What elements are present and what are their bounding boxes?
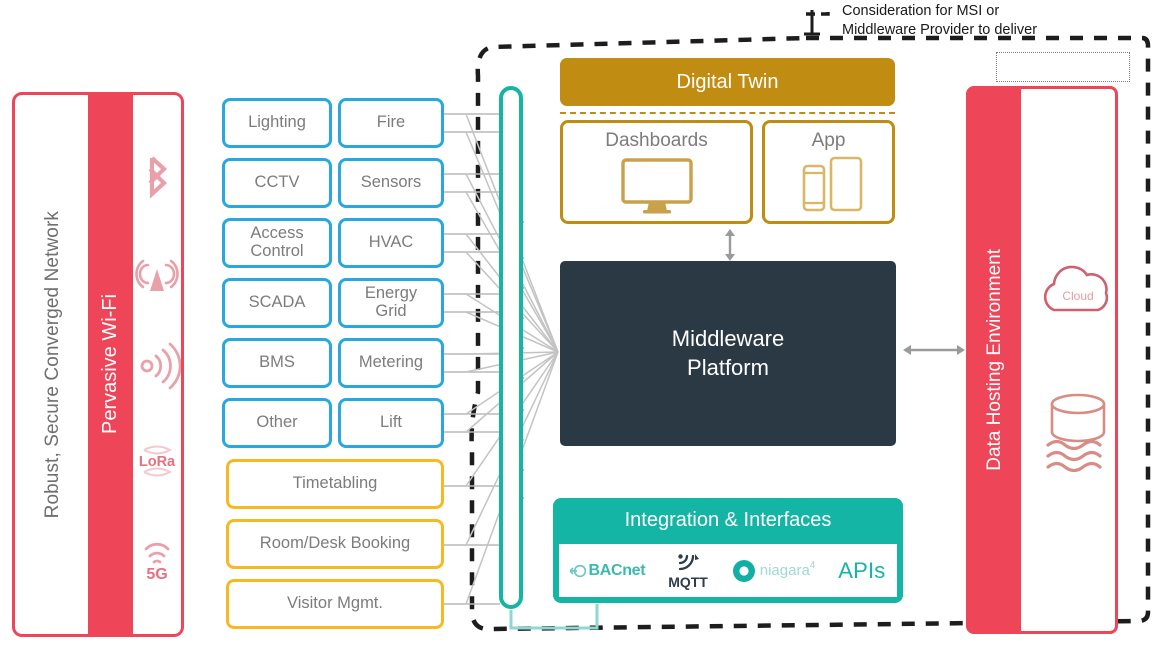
system-box-label: Lighting xyxy=(248,113,306,132)
data-lake-icon xyxy=(1046,393,1106,472)
data-hosting-band: Data Hosting Environment xyxy=(969,89,1021,631)
system-box-label: Timetabling xyxy=(292,474,378,493)
system-box-energy-grid[interactable]: Energy Grid xyxy=(338,278,444,328)
system-box-label: Energy Grid xyxy=(364,284,418,320)
mqtt-label: MQTT xyxy=(668,574,708,590)
digital-twin-card-dashboards[interactable]: Dashboards xyxy=(560,120,753,224)
bacnet-mark-icon xyxy=(570,564,587,577)
digital-twin-header: Digital Twin xyxy=(560,58,895,106)
monitor-icon xyxy=(620,158,693,214)
middleware-platform[interactable]: Middleware Platform xyxy=(560,261,896,446)
system-box-label: Fire xyxy=(376,113,406,132)
system-box-hvac[interactable]: HVAC xyxy=(338,218,444,268)
system-box-visitor-mgmt[interactable]: Visitor Mgmt. xyxy=(226,579,444,629)
mobile-devices-icon xyxy=(802,156,862,212)
niagara-mark-icon xyxy=(732,559,755,582)
niagara-superscript: 4 xyxy=(809,560,816,571)
diagram-canvas: Consideration for MSI or Middleware Prov… xyxy=(0,0,1156,651)
system-box-label: Access Control xyxy=(250,224,304,260)
dashboards-label: Dashboards xyxy=(605,130,708,151)
system-box-label: CCTV xyxy=(254,173,300,192)
dt-middleware-arrow xyxy=(725,229,735,261)
system-box-scada[interactable]: SCADA xyxy=(222,278,332,328)
bacnet-logo: BACnet xyxy=(570,561,646,580)
apis-label: APIs xyxy=(838,557,886,583)
system-box-other[interactable]: Other xyxy=(222,398,332,448)
integration-logos: BACnet MQTT niagara 4 APIs xyxy=(559,544,897,597)
mqtt-logo: MQTT xyxy=(668,551,708,590)
integration-header: Integration & Interfaces xyxy=(553,498,903,543)
middleware-title-line1: Middleware xyxy=(671,325,785,351)
system-box-label: Visitor Mgmt. xyxy=(287,594,383,613)
system-box-metering[interactable]: Metering xyxy=(338,338,444,388)
digital-twin-title: Digital Twin xyxy=(676,70,779,93)
middleware-title-line2: Platform xyxy=(687,354,769,380)
bacnet-label: BACnet xyxy=(588,561,646,579)
niagara-label: niagara xyxy=(759,562,810,579)
middleware-hosting-arrow xyxy=(903,345,965,355)
data-hosting-label: Data Hosting Environment xyxy=(984,249,1005,471)
system-box-fire[interactable]: Fire xyxy=(338,98,444,148)
system-box-room-desk-booking[interactable]: Room/Desk Booking xyxy=(226,519,444,569)
integration-interfaces-panel: Integration & Interfaces BACnet MQTT nia… xyxy=(553,498,903,603)
system-box-label: Sensors xyxy=(360,173,422,192)
network-rail xyxy=(499,86,523,609)
mqtt-mark-icon xyxy=(678,554,700,571)
system-box-label: Metering xyxy=(358,353,424,372)
system-box-cctv[interactable]: CCTV xyxy=(222,158,332,208)
cloud-icon-label: Cloud xyxy=(1062,289,1093,303)
integration-title: Integration & Interfaces xyxy=(624,509,832,531)
system-box-label: BMS xyxy=(259,353,295,372)
system-box-label: Other xyxy=(256,413,298,432)
digital-twin-divider xyxy=(560,112,895,114)
digital-twin-card-app[interactable]: App xyxy=(762,120,895,224)
system-box-access-control[interactable]: Access Control xyxy=(222,218,332,268)
system-box-label: SCADA xyxy=(248,293,306,312)
system-box-label: Room/Desk Booking xyxy=(259,534,411,553)
niagara-logo: niagara 4 xyxy=(731,558,816,584)
app-label: App xyxy=(811,130,846,151)
system-box-lighting[interactable]: Lighting xyxy=(222,98,332,148)
system-box-sensors[interactable]: Sensors xyxy=(338,158,444,208)
system-box-label: HVAC xyxy=(368,233,414,252)
system-box-timetabling[interactable]: Timetabling xyxy=(226,459,444,509)
system-box-label: Lift xyxy=(379,413,402,432)
system-box-lift[interactable]: Lift xyxy=(338,398,444,448)
cloud-icon: Cloud xyxy=(1043,265,1109,312)
system-box-bms[interactable]: BMS xyxy=(222,338,332,388)
